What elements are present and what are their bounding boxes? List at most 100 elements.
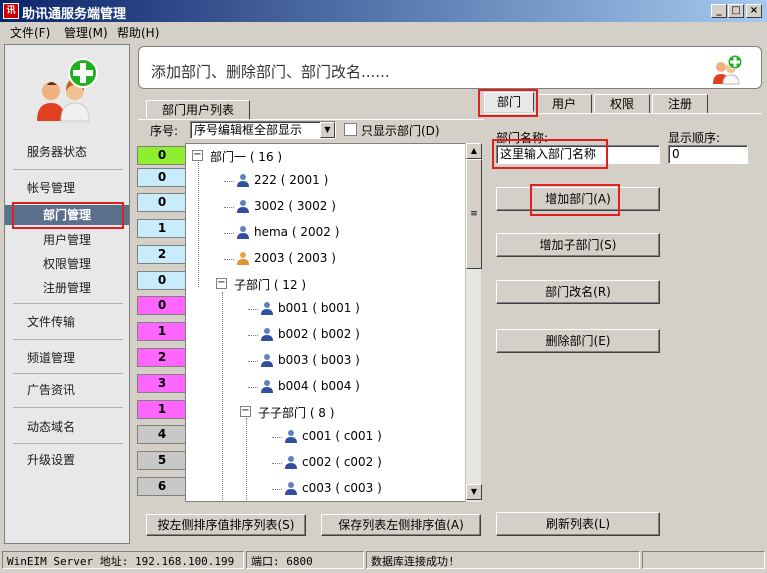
sort-count-box[interactable]: 2 <box>137 348 187 367</box>
nav-reg-mgmt[interactable]: 注册管理 <box>5 279 129 296</box>
tree-user-node[interactable]: 222 ( 2001 ) <box>236 173 328 187</box>
close-button[interactable]: × <box>746 4 762 18</box>
menu-manage[interactable]: 管理(M) <box>64 24 108 41</box>
sort-count-box[interactable]: 0 <box>137 146 187 165</box>
sort-count-box[interactable]: 0 <box>137 168 187 187</box>
sort-count-box[interactable]: 2 <box>137 245 187 264</box>
tree-user-node[interactable]: b003 ( b003 ) <box>260 353 360 367</box>
nav-user-mgmt[interactable]: 用户管理 <box>5 231 129 248</box>
scroll-up-button[interactable]: ▲ <box>466 143 482 159</box>
sort-by-left-button[interactable]: 按左侧排序值排序列表(S) <box>146 514 306 536</box>
sort-count-box[interactable]: 1 <box>137 219 187 238</box>
tab-register[interactable]: 注册 <box>652 94 708 114</box>
sort-count-box[interactable]: 0 <box>137 296 187 315</box>
collapse-icon[interactable]: − <box>240 406 251 417</box>
tree-node-label: 222 ( 2001 ) <box>254 173 329 187</box>
tree-node-label: 子子部门 ( 8 ) <box>258 406 335 420</box>
tree-user-node[interactable]: b001 ( b001 ) <box>260 301 360 315</box>
tree-line <box>224 207 234 208</box>
sort-dropdown[interactable]: 序号编辑框全部显示 ▼ <box>190 121 336 139</box>
refresh-list-button[interactable]: 刷新列表(L) <box>496 512 660 536</box>
tab-user[interactable]: 用户 <box>536 94 592 114</box>
tree-user-node[interactable]: b004 ( b004 ) <box>260 379 360 393</box>
nav-file-transfer[interactable]: 文件传输 <box>5 313 129 330</box>
dept-name-input[interactable]: 这里输入部门名称 <box>496 145 660 164</box>
sort-count-box[interactable]: 0 <box>137 271 187 290</box>
user-icon <box>284 455 302 469</box>
rename-dept-button[interactable]: 部门改名(R) <box>496 280 660 304</box>
app-icon: 讯 <box>3 3 19 19</box>
dept-tree[interactable]: − 部门一 ( 16 ) 222 ( 2001 ) 3002 ( 3002 ) hema… <box>185 143 481 502</box>
tree-dept-node[interactable]: 子子部门 ( 8 ) <box>258 404 334 421</box>
nav-divider <box>13 373 123 374</box>
tree-user-node[interactable]: c003 ( c003 ) <box>284 481 382 495</box>
sort-count-box[interactable]: 0 <box>137 193 187 212</box>
delete-dept-button[interactable]: 删除部门(E) <box>496 329 660 353</box>
sort-count-box[interactable]: 5 <box>137 451 187 470</box>
nav-account-mgmt[interactable]: 帐号管理 <box>5 179 129 196</box>
user-icon <box>260 379 278 393</box>
tree-node-label: 部门一 ( 16 ) <box>210 150 283 164</box>
nav-upgrade[interactable]: 升级设置 <box>5 451 129 468</box>
tree-node-label: 子部门 ( 12 ) <box>234 278 307 292</box>
nav-perm-mgmt[interactable]: 权限管理 <box>5 255 129 272</box>
tree-line <box>198 162 199 287</box>
tree-line <box>248 335 258 336</box>
nav-server-status[interactable]: 服务器状态 <box>5 143 129 160</box>
tree-user-node[interactable]: hema ( 2002 ) <box>236 225 339 239</box>
sort-count-box[interactable]: 4 <box>137 425 187 444</box>
tab-line <box>138 119 484 120</box>
only-dept-checkbox[interactable] <box>344 123 357 136</box>
nav-dept-mgmt[interactable]: 部门管理 <box>5 205 129 225</box>
nav-channel-mgmt[interactable]: 频道管理 <box>5 349 129 366</box>
menu-help[interactable]: 帮助(H) <box>117 24 159 41</box>
collapse-icon[interactable]: − <box>216 278 227 289</box>
tree-line <box>224 259 234 260</box>
title-bar: 讯 助讯通服务端管理 _ □ × <box>0 0 767 22</box>
nav-divider <box>13 443 123 444</box>
left-nav-panel: 服务器状态 帐号管理 部门管理 用户管理 权限管理 注册管理 文件传输 频道管理… <box>4 44 130 544</box>
sort-label: 序号: <box>150 124 179 138</box>
scroll-down-button[interactable]: ▼ <box>466 484 482 500</box>
sort-count-box[interactable]: 1 <box>137 322 187 341</box>
tree-node-label: c001 ( c001 ) <box>302 429 382 443</box>
nav-ad-info[interactable]: 广告资讯 <box>5 381 129 398</box>
save-sort-button[interactable]: 保存列表左侧排序值(A) <box>321 514 481 536</box>
nav-dynamic-dns[interactable]: 动态域名 <box>5 418 129 435</box>
tree-user-node[interactable]: c002 ( c002 ) <box>284 455 382 469</box>
collapse-icon[interactable]: − <box>192 150 203 161</box>
chevron-down-icon[interactable]: ▼ <box>320 122 335 138</box>
user-icon <box>260 301 278 315</box>
add-subdept-button[interactable]: 增加子部门(S) <box>496 233 660 257</box>
window-title: 助讯通服务端管理 <box>22 7 127 22</box>
tree-dept-node[interactable]: 子部门 ( 12 ) <box>234 276 306 293</box>
sort-count-box[interactable]: 3 <box>137 374 187 393</box>
display-order-input[interactable]: 0 <box>668 145 748 164</box>
tree-user-node[interactable]: 2003 ( 2003 ) <box>236 251 336 265</box>
tree-line <box>272 489 282 490</box>
tree-scrollbar[interactable]: ▲ ≡ ▼ <box>465 143 482 502</box>
status-server: WinEIM Server 地址: 192.168.100.199 <box>2 551 244 569</box>
sort-count-box[interactable]: 1 <box>137 400 187 419</box>
menu-file[interactable]: 文件(F) <box>10 24 50 41</box>
tree-line <box>222 292 223 501</box>
tree-dept-node[interactable]: 部门一 ( 16 ) <box>210 148 282 165</box>
maximize-button[interactable]: □ <box>728 4 744 18</box>
status-extra <box>642 551 765 569</box>
tab-dept[interactable]: 部门 <box>484 92 534 112</box>
tree-node-label: hema ( 2002 ) <box>254 225 340 239</box>
minimize-button[interactable]: _ <box>711 4 727 18</box>
user-icon <box>260 327 278 341</box>
tree-user-node[interactable]: 3002 ( 3002 ) <box>236 199 336 213</box>
tab-perm[interactable]: 权限 <box>594 94 650 114</box>
tab-dept-user-list[interactable]: 部门用户列表 <box>146 100 250 120</box>
tree-line <box>246 418 247 501</box>
tree-user-node[interactable]: b002 ( b002 ) <box>260 327 360 341</box>
scroll-thumb[interactable]: ≡ <box>466 159 482 269</box>
user-icon <box>236 225 254 239</box>
banner-text: 添加部门、删除部门、部门改名...... <box>151 63 390 81</box>
add-dept-button[interactable]: 增加部门(A) <box>496 187 660 211</box>
sort-count-box[interactable]: 6 <box>137 477 187 496</box>
tree-user-node[interactable]: c001 ( c001 ) <box>284 429 382 443</box>
status-db: 数据库连接成功! <box>366 551 640 569</box>
